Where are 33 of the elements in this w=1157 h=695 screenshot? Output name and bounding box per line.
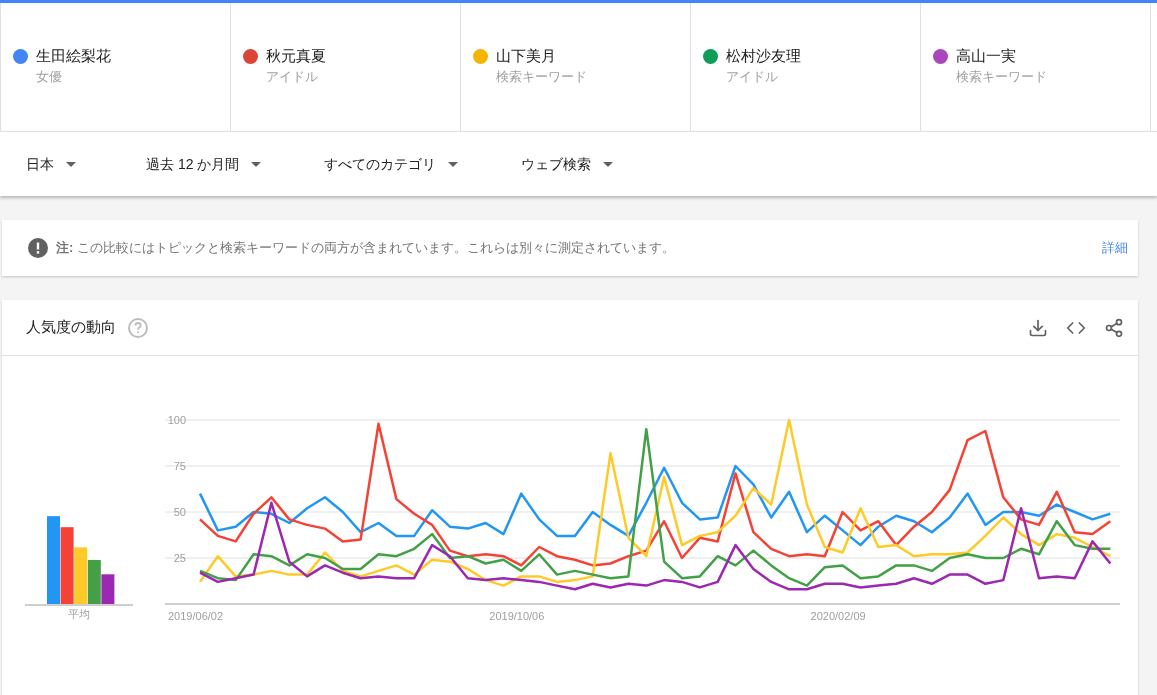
term-type: アイドル [266,68,319,86]
caret-icon [251,161,262,167]
x-axis-label: 2020/02/09 [810,610,866,622]
y-axis-label: 25 [173,552,186,564]
download-icon[interactable] [1028,317,1048,338]
y-axis-label: 75 [173,460,186,472]
term-name: 松村沙友理 [726,46,801,66]
filter-dropdown[interactable]: ウェブ検索 [521,153,718,175]
term-name: 高山一実 [956,46,1017,66]
x-axis-label: 2019/06/02 [168,610,224,622]
term-type: 女優 [36,68,63,86]
x-axis-label: 2019/10/06 [489,610,545,622]
term-name: 生田絵梨花 [36,46,111,66]
term-type: アイドル [726,68,779,86]
average-label: 平均 [68,607,90,622]
filter-dropdown[interactable]: 日本 [26,153,146,175]
term-type: 検索キーワード [496,68,587,86]
warning-icon [28,238,48,258]
note-text: 注: この比較にはトピックと検索キーワードの両方が含まれています。これらは別々に測定されています。 [56,239,676,258]
details-link[interactable]: 詳細 [1102,238,1128,258]
y-axis-label: 100 [167,414,186,426]
term-name: 山下美月 [496,46,557,66]
caret-icon [603,161,613,167]
term-name: 秋元真夏 [266,46,326,66]
filter-dropdown[interactable]: すべてのカテゴリ [324,153,521,175]
filter-dropdown[interactable]: 過去 12 か月間 [146,153,324,175]
share-icon[interactable] [1104,317,1124,338]
y-axis-label: 50 [173,506,186,518]
average-bar [74,547,88,604]
caret-icon [66,161,76,167]
term-type: 検索キーワード [956,68,1047,86]
card-title: 人気度の動向 [26,317,116,338]
caret-icon [448,161,458,167]
